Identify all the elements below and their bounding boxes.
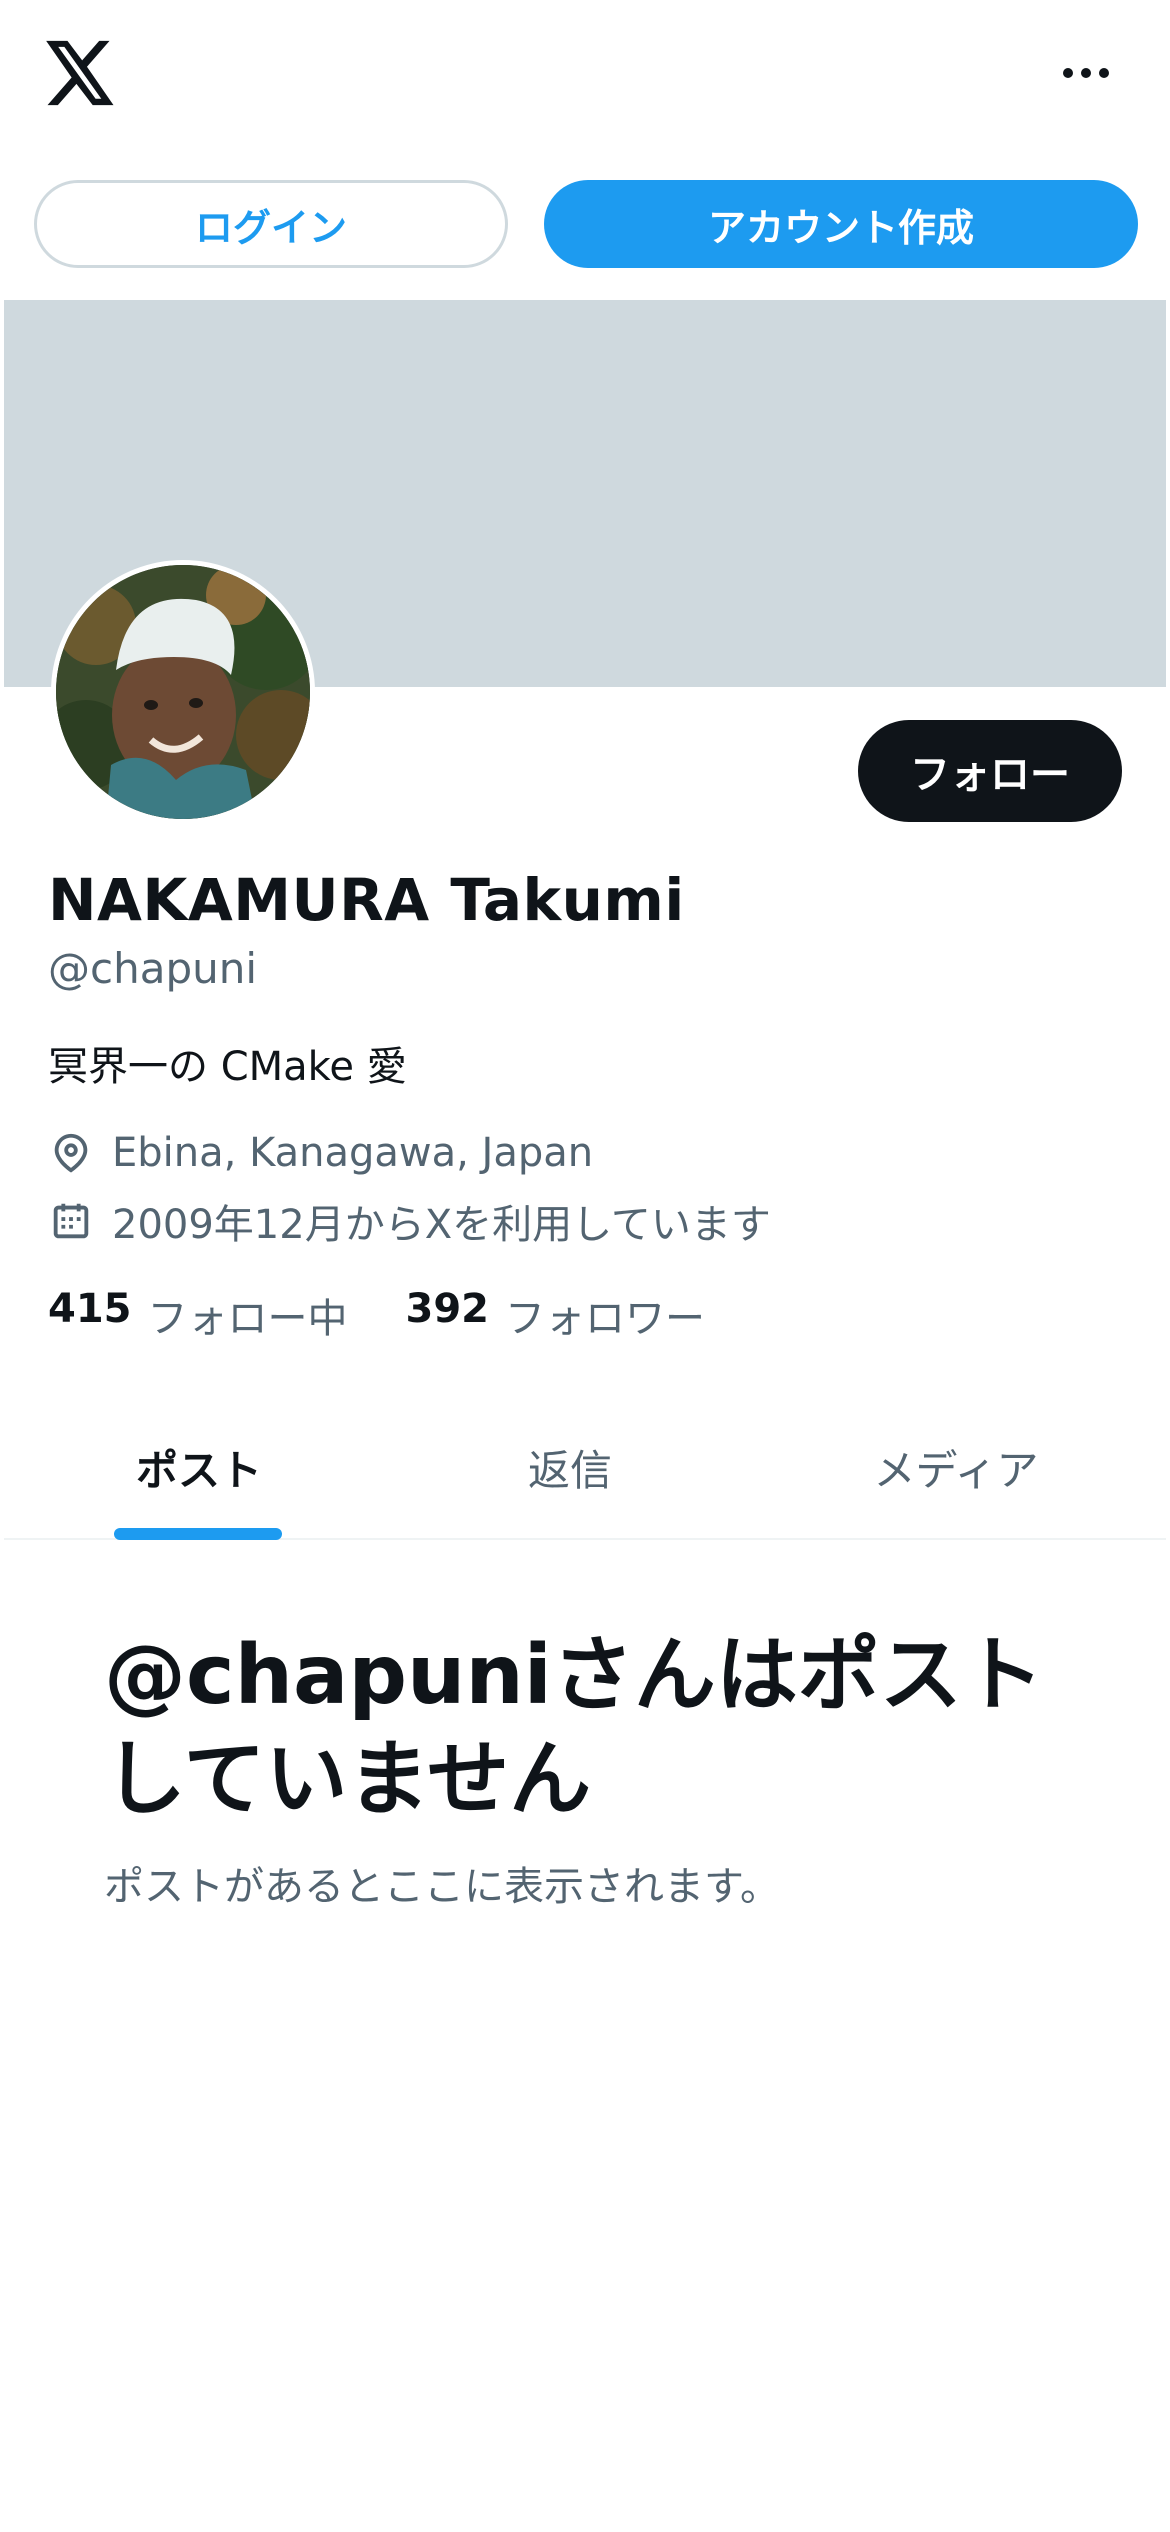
follow-button[interactable]: フォロー	[858, 720, 1122, 822]
user-handle: @chapuni	[48, 944, 258, 993]
following-label: フォロー中	[147, 1296, 348, 1342]
follow-counts: 415 フォロー中 392 フォロワー	[48, 1286, 705, 1344]
empty-state-subtitle: ポストがあるとここに表示されます。	[104, 1864, 780, 1910]
avatar[interactable]	[51, 560, 315, 824]
join-date-row: 2009年12月からXを利用しています	[48, 1192, 771, 1250]
location-text: Ebina, Kanagawa, Japan	[112, 1130, 594, 1176]
tab-replies[interactable]: 返信	[394, 1396, 746, 1538]
create-account-button[interactable]: アカウント作成	[544, 180, 1138, 268]
login-button[interactable]: ログイン	[34, 180, 508, 268]
join-date-text: 2009年12月からXを利用しています	[112, 1202, 771, 1248]
location-row: Ebina, Kanagawa, Japan	[48, 1130, 593, 1176]
tab-posts[interactable]: ポスト	[4, 1396, 394, 1538]
calendar-icon	[53, 1203, 89, 1239]
tab-media[interactable]: メディア	[746, 1396, 1166, 1538]
x-logo-icon[interactable]	[46, 40, 116, 106]
followers-label: フォロワー	[505, 1296, 705, 1342]
profile-tabs: ポスト 返信 メディア	[4, 1396, 1166, 1540]
following-link[interactable]: 415 フォロー中	[48, 1286, 348, 1344]
empty-state-title: @chapuniさんはポストしていません	[104, 1628, 1044, 1827]
more-horizontal-icon[interactable]	[1060, 58, 1112, 88]
following-count: 415	[48, 1286, 132, 1332]
location-pin-icon	[54, 1133, 88, 1173]
followers-link[interactable]: 392 フォロワー	[406, 1286, 706, 1344]
active-tab-indicator	[114, 1528, 282, 1540]
followers-count: 392	[405, 1286, 490, 1332]
bio: 冥界一の CMake 愛	[48, 1044, 407, 1090]
display-name: NAKAMURA Takumi	[48, 866, 685, 934]
